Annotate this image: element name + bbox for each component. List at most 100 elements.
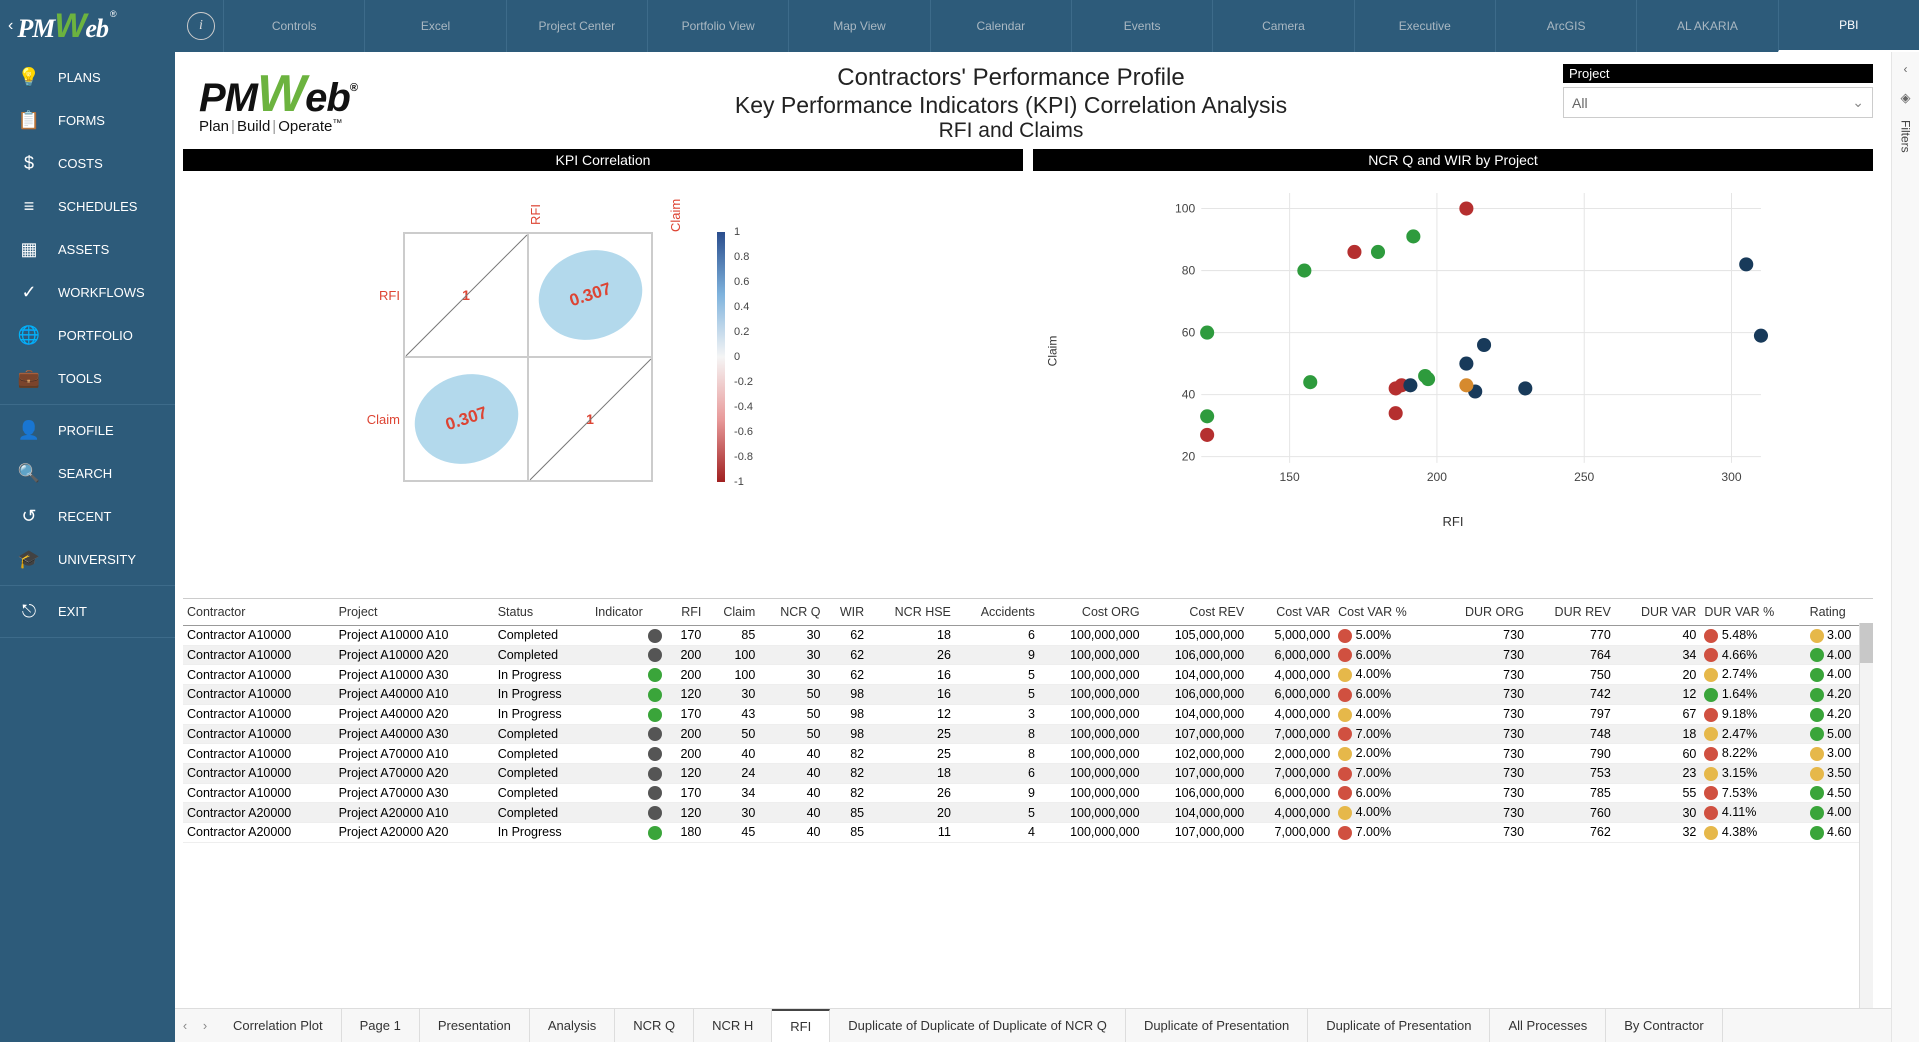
tab-prev[interactable]: ‹ <box>175 1018 195 1033</box>
info-icon[interactable]: i <box>187 12 215 40</box>
tab-page-1[interactable]: Page 1 <box>342 1009 420 1042</box>
col-header[interactable]: Project <box>335 599 494 626</box>
topnav-arcgis[interactable]: ArcGIS <box>1495 0 1636 52</box>
col-header[interactable]: DUR REV <box>1528 599 1615 626</box>
sidebar-item-costs[interactable]: $COSTS <box>0 142 175 185</box>
scatter-point[interactable] <box>1459 201 1473 215</box>
scatter-point[interactable] <box>1200 326 1214 340</box>
sidebar-item-university[interactable]: 🎓UNIVERSITY <box>0 538 175 581</box>
tab-ncr-h[interactable]: NCR H <box>694 1009 772 1042</box>
topnav-events[interactable]: Events <box>1071 0 1212 52</box>
sidebar-item-forms[interactable]: 📋FORMS <box>0 99 175 142</box>
table-row[interactable]: Contractor A10000Project A10000 A30In Pr… <box>183 665 1873 685</box>
topnav-excel[interactable]: Excel <box>364 0 505 52</box>
filters-rail[interactable]: ‹ ◈ Filters <box>1891 52 1919 1042</box>
tab-duplicate-of-duplicate-of-duplicate-of-ncr-q[interactable]: Duplicate of Duplicate of Duplicate of N… <box>830 1009 1126 1042</box>
scatter-point[interactable] <box>1421 372 1435 386</box>
scatter-point[interactable] <box>1477 338 1491 352</box>
tab-next[interactable]: › <box>195 1018 215 1033</box>
tab-by-contractor[interactable]: By Contractor <box>1606 1009 1722 1042</box>
scatter-point[interactable] <box>1739 257 1753 271</box>
sidebar-item-workflows[interactable]: ✓WORKFLOWS <box>0 271 175 314</box>
chevron-left-icon[interactable]: ‹ <box>1904 62 1908 76</box>
bookmark-icon[interactable]: ◈ <box>1901 90 1911 106</box>
tab-correlation-plot[interactable]: Correlation Plot <box>215 1009 342 1042</box>
table-row[interactable]: Contractor A10000Project A70000 A10Compl… <box>183 744 1873 764</box>
scatter-point[interactable] <box>1389 406 1403 420</box>
scatter-plot-area[interactable]: 15020025030020406080100 <box>1067 187 1863 489</box>
scatter-point[interactable] <box>1200 409 1214 423</box>
col-header[interactable]: Cost ORG <box>1039 599 1144 626</box>
topnav-project-center[interactable]: Project Center <box>506 0 647 52</box>
topnav-al-akaria[interactable]: AL AKARIA <box>1636 0 1777 52</box>
sidebar-item-assets[interactable]: ▦ASSETS <box>0 228 175 271</box>
scrollbar[interactable] <box>1859 623 1873 1008</box>
topnav-camera[interactable]: Camera <box>1212 0 1353 52</box>
table-row[interactable]: Contractor A20000Project A20000 A10Compl… <box>183 803 1873 823</box>
scatter-point[interactable] <box>1347 245 1361 259</box>
sidebar-item-tools[interactable]: 💼TOOLS <box>0 357 175 400</box>
sidebar-item-plans[interactable]: 💡PLANS <box>0 56 175 99</box>
table-row[interactable]: Contractor A10000Project A40000 A20In Pr… <box>183 704 1873 724</box>
col-header[interactable]: Cost REV <box>1144 599 1249 626</box>
col-header[interactable]: DUR VAR % <box>1700 599 1805 626</box>
tab-presentation[interactable]: Presentation <box>420 1009 530 1042</box>
col-header[interactable]: NCR Q <box>759 599 824 626</box>
sidebar-item-portfolio[interactable]: 🌐PORTFOLIO <box>0 314 175 357</box>
col-header[interactable]: DUR VAR <box>1615 599 1701 626</box>
chart-title: KPI Correlation <box>183 149 1023 171</box>
data-table[interactable]: ContractorProjectStatusIndicatorRFIClaim… <box>183 599 1873 843</box>
topnav-portfolio-view[interactable]: Portfolio View <box>647 0 788 52</box>
col-header[interactable]: Contractor <box>183 599 335 626</box>
sidebar-item-profile[interactable]: 👤PROFILE <box>0 409 175 452</box>
table-row[interactable]: Contractor A10000Project A10000 A20Compl… <box>183 645 1873 665</box>
scatter-point[interactable] <box>1303 375 1317 389</box>
topnav-map-view[interactable]: Map View <box>788 0 929 52</box>
scatter-point[interactable] <box>1459 357 1473 371</box>
topnav-calendar[interactable]: Calendar <box>930 0 1071 52</box>
topnav-pbi[interactable]: PBI <box>1778 0 1919 52</box>
col-header[interactable]: Rating <box>1806 599 1873 626</box>
user-icon: 👤 <box>18 420 40 442</box>
top-nav: ControlsExcelProject CenterPortfolio Vie… <box>223 0 1919 52</box>
scatter-point[interactable] <box>1518 381 1532 395</box>
scatter-point[interactable] <box>1406 229 1420 243</box>
col-header[interactable]: WIR <box>825 599 869 626</box>
col-header[interactable]: DUR ORG <box>1438 599 1529 626</box>
col-header[interactable]: Status <box>494 599 591 626</box>
sidebar-item-search[interactable]: 🔍SEARCH <box>0 452 175 495</box>
col-header[interactable]: Cost VAR <box>1248 599 1334 626</box>
col-header[interactable]: Accidents <box>955 599 1039 626</box>
topnav-executive[interactable]: Executive <box>1354 0 1495 52</box>
app-logo[interactable]: ‹ PMWeb ® <box>0 7 175 46</box>
scatter-point[interactable] <box>1459 378 1473 392</box>
table-row[interactable]: Contractor A10000Project A70000 A20Compl… <box>183 763 1873 783</box>
tab-ncr-q[interactable]: NCR Q <box>615 1009 694 1042</box>
col-header[interactable]: Claim <box>705 599 759 626</box>
chevron-left-icon: ‹ <box>8 17 13 35</box>
scatter-point[interactable] <box>1297 264 1311 278</box>
scatter-point[interactable] <box>1371 245 1385 259</box>
topnav-controls[interactable]: Controls <box>223 0 364 52</box>
scatter-point[interactable] <box>1754 329 1768 343</box>
scatter-point[interactable] <box>1200 428 1214 442</box>
col-header[interactable]: NCR HSE <box>868 599 955 626</box>
col-header[interactable]: Indicator <box>591 599 667 626</box>
tab-duplicate-of-presentation[interactable]: Duplicate of Presentation <box>1308 1009 1490 1042</box>
tab-all-processes[interactable]: All Processes <box>1490 1009 1606 1042</box>
sidebar-item-recent[interactable]: ↺RECENT <box>0 495 175 538</box>
table-row[interactable]: Contractor A10000Project A40000 A10In Pr… <box>183 685 1873 705</box>
project-dropdown[interactable]: All ⌄ <box>1563 87 1873 118</box>
table-row[interactable]: Contractor A20000Project A20000 A20In Pr… <box>183 823 1873 843</box>
sidebar-item-schedules[interactable]: ≡SCHEDULES <box>0 185 175 228</box>
col-header[interactable]: RFI <box>666 599 705 626</box>
tab-analysis[interactable]: Analysis <box>530 1009 615 1042</box>
table-row[interactable]: Contractor A10000Project A70000 A30Compl… <box>183 783 1873 803</box>
sidebar-item-exit[interactable]: ⎋EXIT <box>0 590 175 633</box>
table-row[interactable]: Contractor A10000Project A10000 A10Compl… <box>183 626 1873 646</box>
tab-duplicate-of-presentation[interactable]: Duplicate of Presentation <box>1126 1009 1308 1042</box>
col-header[interactable]: Cost VAR % <box>1334 599 1437 626</box>
table-row[interactable]: Contractor A10000Project A40000 A30Compl… <box>183 724 1873 744</box>
scatter-point[interactable] <box>1403 378 1417 392</box>
tab-rfi[interactable]: RFI <box>772 1009 830 1042</box>
